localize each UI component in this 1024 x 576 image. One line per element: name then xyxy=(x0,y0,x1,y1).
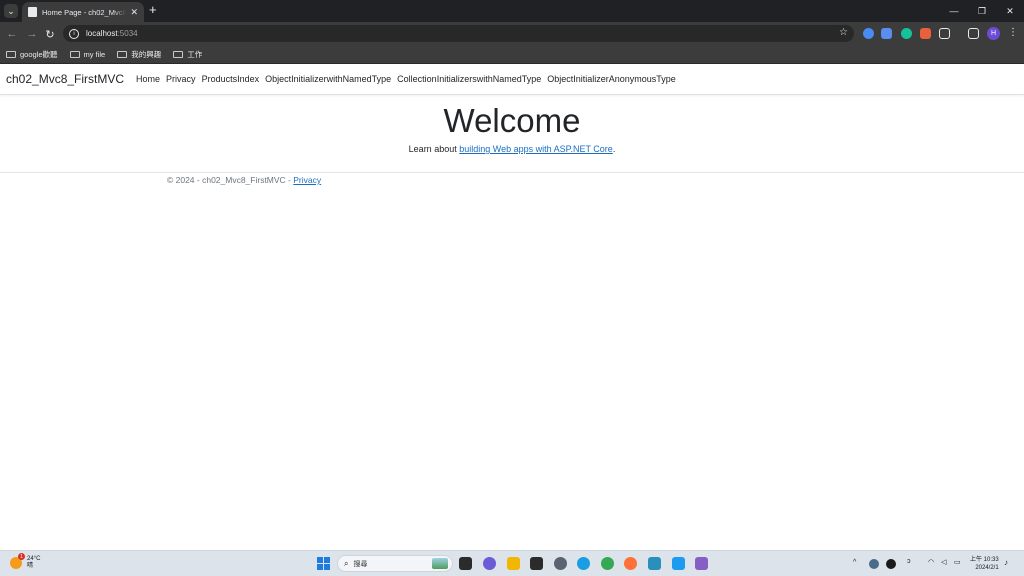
restore-icon[interactable]: ❐ xyxy=(968,0,996,22)
settings-gear-icon[interactable] xyxy=(554,557,567,570)
site-info-icon[interactable]: i xyxy=(69,28,79,39)
clock-date: 2024/2/1 xyxy=(975,565,999,571)
aspnet-docs-link[interactable]: building Web apps with ASP.NET Core xyxy=(459,144,613,154)
address-bar[interactable]: i localhost:5034 ☆ xyxy=(63,25,854,42)
reload-icon[interactable]: ↻ xyxy=(42,26,58,42)
tab-close-icon[interactable]: ✕ xyxy=(130,7,138,18)
url-host: localhost xyxy=(86,29,118,38)
weather-widget[interactable]: 1 24°C 晴 xyxy=(10,553,40,570)
file-explorer-icon[interactable] xyxy=(507,557,520,570)
footer-privacy-link[interactable]: Privacy xyxy=(293,175,321,185)
folder-icon xyxy=(173,50,184,58)
browser-toolbar: ← → ↻ i localhost:5034 ☆ H ⋮ xyxy=(0,22,1024,45)
footer-divider xyxy=(0,172,1024,173)
app-icon[interactable] xyxy=(648,557,661,570)
back-arrow-icon[interactable]: ← xyxy=(4,26,20,42)
bookmark-label: 工作 xyxy=(187,49,203,59)
extension-icon-1[interactable] xyxy=(863,28,874,39)
firefox-browser-icon[interactable] xyxy=(624,557,637,570)
edge-browser-icon[interactable] xyxy=(577,557,590,570)
url-port: :5034 xyxy=(117,29,138,38)
page-viewport: ch02_Mvc8_FirstMVC Home Privacy Products… xyxy=(0,64,1024,550)
forward-arrow-icon[interactable]: → xyxy=(24,26,40,42)
bookmark-label: 我的興趣 xyxy=(131,49,162,59)
battery-icon[interactable]: ▭ xyxy=(954,558,961,566)
nav-link-object-initializer-anonymous[interactable]: ObjectInitializerAnonymousType xyxy=(547,74,676,84)
lead-prefix: Learn about xyxy=(408,144,460,154)
footer-copyright: © 2024 - ch02_Mvc8_FirstMVC - xyxy=(167,175,294,185)
nav-link-home[interactable]: Home xyxy=(136,74,160,84)
lead-suffix: . xyxy=(612,144,616,154)
tab-title: Home Page - ch02_Mvc8_FirstMVC xyxy=(42,7,127,17)
browser-tab-strip: ⌄ Home Page - ch02_Mvc8_FirstMVC ✕ + — ❐… xyxy=(0,0,1024,22)
folder-icon xyxy=(69,50,80,58)
system-clock[interactable]: 上午 10:33 2024/2/1 xyxy=(970,556,999,572)
onedrive-icon[interactable] xyxy=(869,559,879,569)
bookmark-folder[interactable]: my file xyxy=(69,49,106,59)
notification-bell-icon[interactable]: ♪ xyxy=(1004,558,1008,567)
chat-app-icon[interactable] xyxy=(483,557,496,570)
windows-start-icon[interactable] xyxy=(317,557,330,570)
browser-tab-active[interactable]: Home Page - ch02_Mvc8_FirstMVC ✕ xyxy=(22,2,144,22)
search-highlight-icon xyxy=(432,558,448,569)
nav-link-products-index[interactable]: ProductsIndex xyxy=(202,74,260,84)
window-controls: — ❐ ✕ xyxy=(940,0,1024,22)
bookmarks-bar: google歡聽 my file 我的興趣 工作 xyxy=(0,45,1024,64)
navbar-brand[interactable]: ch02_Mvc8_FirstMVC xyxy=(6,72,124,86)
grammar-extension-icon[interactable] xyxy=(901,28,912,39)
site-navbar: ch02_Mvc8_FirstMVC Home Privacy Products… xyxy=(0,64,1024,95)
tab-search-chevron-icon[interactable]: ⌄ xyxy=(4,4,18,18)
windows-taskbar: 1 24°C 晴 ⌕ 搜尋 ^ ɔ ◠ ◁ ▭ 上午 10:33 2024/2/1… xyxy=(0,550,1024,576)
tray-chevron-icon[interactable]: ^ xyxy=(853,559,856,566)
bookmark-label: my file xyxy=(83,49,106,59)
extension-icon-4[interactable] xyxy=(920,28,931,39)
nav-link-collection-initializers[interactable]: CollectionInitializerswithNamedType xyxy=(397,74,541,84)
wifi-icon[interactable]: ◠ xyxy=(928,558,934,566)
bookmark-star-icon[interactable]: ☆ xyxy=(839,27,848,38)
extensions-puzzle-icon[interactable] xyxy=(939,28,950,39)
task-view-icon[interactable] xyxy=(459,557,472,570)
new-tab-button[interactable]: + xyxy=(149,3,157,17)
notepad-icon[interactable] xyxy=(672,557,685,570)
close-window-icon[interactable]: ✕ xyxy=(996,0,1024,22)
tray-app-icon[interactable] xyxy=(886,559,896,569)
footer: © 2024 - ch02_Mvc8_FirstMVC - Privacy xyxy=(167,175,321,185)
bookmark-folder[interactable]: 工作 xyxy=(173,49,202,60)
page-heading: Welcome xyxy=(443,102,581,139)
clock-time: 上午 10:33 xyxy=(970,557,999,563)
ime-icon[interactable]: ɔ xyxy=(907,558,911,565)
weather-text: 24°C 晴 xyxy=(27,556,40,570)
bookmark-folder[interactable]: google歡聽 xyxy=(6,49,58,60)
visual-studio-icon[interactable] xyxy=(695,557,708,570)
minimize-icon[interactable]: — xyxy=(940,0,968,22)
folder-icon xyxy=(117,50,128,58)
search-placeholder: 搜尋 xyxy=(353,560,368,568)
lead-text: Learn about building Web apps with ASP.N… xyxy=(0,144,1024,154)
side-panel-icon[interactable] xyxy=(968,28,979,39)
search-icon: ⌕ xyxy=(344,558,349,568)
page-favicon-icon xyxy=(28,7,37,17)
folder-icon xyxy=(6,50,16,58)
nav-link-object-initializer-named[interactable]: ObjectInitializerwithNamedType xyxy=(265,74,391,84)
bookmark-label: google歡聽 xyxy=(20,49,58,59)
sun-icon: 1 xyxy=(10,553,25,569)
translate-extension-icon[interactable] xyxy=(881,28,892,39)
weather-condition: 晴 xyxy=(27,563,34,569)
profile-avatar[interactable]: H xyxy=(987,27,1000,40)
taskbar-search[interactable]: ⌕ 搜尋 xyxy=(337,555,453,572)
volume-icon[interactable]: ◁ xyxy=(941,558,946,566)
chrome-browser-icon[interactable] xyxy=(601,557,614,570)
nav-link-privacy[interactable]: Privacy xyxy=(166,74,196,84)
weather-badge: 1 xyxy=(18,553,25,560)
browser-menu-icon[interactable]: ⋮ xyxy=(1008,27,1018,38)
weather-temp: 24°C xyxy=(27,556,41,562)
terminal-icon[interactable] xyxy=(530,557,543,570)
bookmark-folder[interactable]: 我的興趣 xyxy=(117,49,161,60)
